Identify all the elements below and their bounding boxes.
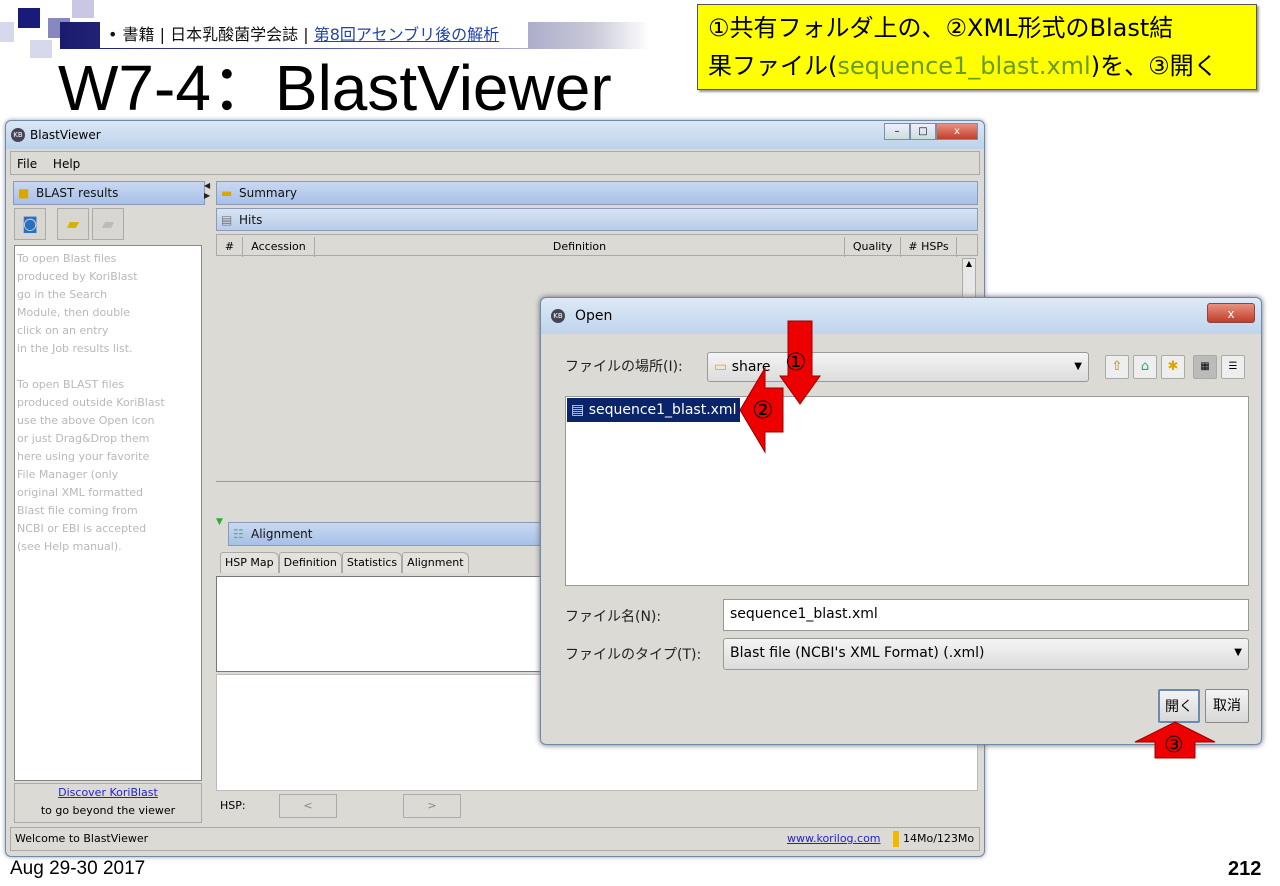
page-number: 212: [1228, 858, 1262, 880]
footer-date: Aug 29-30 2017: [10, 858, 146, 879]
annotation-1: ①: [785, 348, 807, 376]
annotation-2: ②: [752, 396, 774, 424]
annotation-arrows: [739, 320, 1216, 759]
annotation-3: ③: [1164, 733, 1184, 758]
